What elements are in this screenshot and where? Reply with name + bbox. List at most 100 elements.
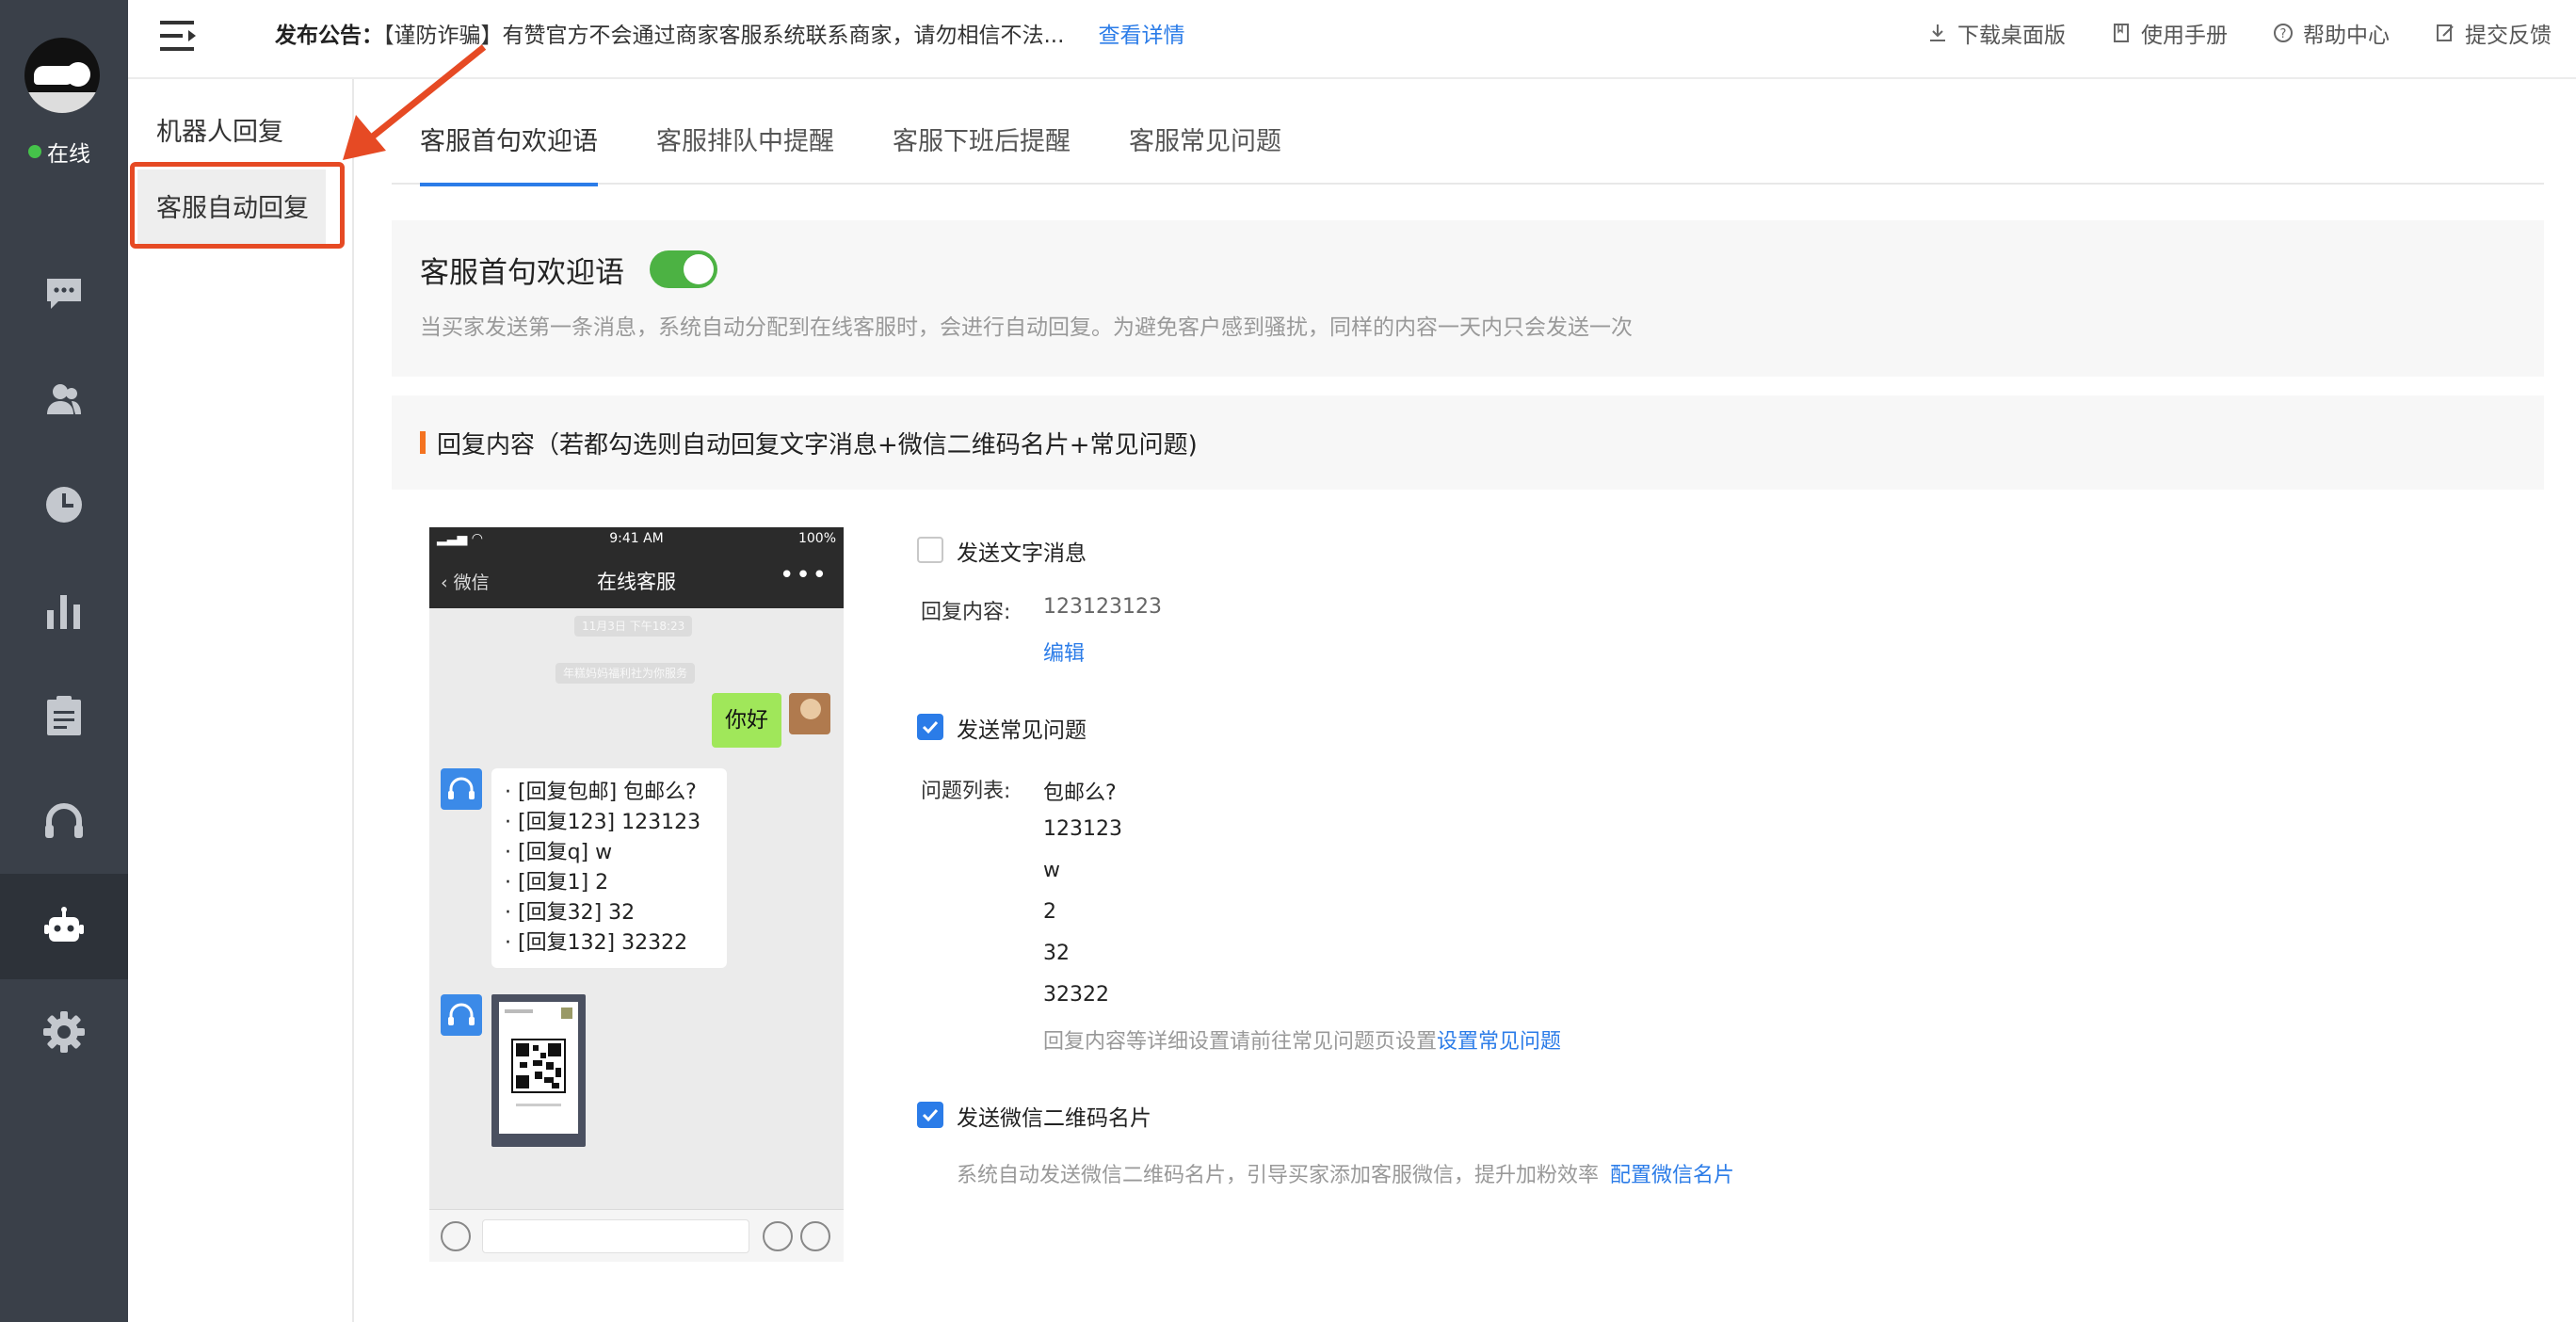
section-title: 回复内容（若都勾选则自动回复文字消息+微信二维码名片+常见问题) — [437, 431, 1198, 459]
feedback-link[interactable]: 提交反馈 — [2435, 17, 2552, 49]
text-message-label[interactable]: 发送文字消息 — [957, 535, 1087, 567]
manual-link[interactable]: 使用手册 — [2111, 17, 2228, 49]
faq-item: 32 — [1043, 942, 1070, 965]
headset-icon — [448, 777, 475, 799]
help-icon: ? — [2274, 24, 2293, 42]
faq-item: w — [1043, 859, 1060, 882]
online-dot-icon — [28, 145, 41, 158]
status-label: 在线 — [47, 142, 90, 167]
notice-more-link[interactable]: 查看详情 — [1098, 24, 1184, 48]
faq-line: · [回复132] 32322 — [505, 931, 688, 955]
nav-notes[interactable] — [0, 663, 128, 768]
tab-offwork[interactable]: 客服下班后提醒 — [893, 104, 1071, 185]
phone-preview: ▂▃▅ ◠ 9:41 AM 100% ‹ 微信 在线客服 ••• 11月3日 下… — [429, 527, 844, 1262]
subnav-robot-reply[interactable]: 机器人回复 — [156, 111, 283, 148]
qr-hint: 系统自动发送微信二维码名片，引导买家添加客服微信，提升加粉效率 配置微信名片 — [957, 1158, 1734, 1188]
tab-bar: 客服首句欢迎语 客服排队中提醒 客服下班后提醒 客服常见问题 — [392, 104, 2544, 186]
edit-icon — [2437, 24, 2454, 41]
qr-card-checkbox[interactable] — [917, 1102, 943, 1128]
nav-history[interactable] — [0, 452, 128, 557]
faq-item: 2 — [1043, 900, 1056, 924]
service-pill: 年糕妈妈福利社为你服务 — [555, 663, 696, 684]
nav-settings[interactable] — [0, 979, 128, 1085]
contacts-icon — [47, 384, 81, 414]
robot-icon — [44, 907, 84, 942]
top-links: 下载桌面版 使用手册 ? 帮助中心 提交反馈 — [1882, 17, 2552, 49]
phone-input-field — [482, 1219, 749, 1253]
faq-item: 包邮么? — [1043, 782, 1117, 805]
faq-checkbox[interactable] — [917, 714, 943, 740]
left-rail: 在线 — [0, 0, 128, 1322]
qr-code-icon — [505, 1008, 572, 1106]
help-center-link[interactable]: ? 帮助中心 — [2273, 17, 2390, 49]
headset-icon — [448, 1003, 475, 1025]
notice-bar: 发布公告：【谨防诈骗】有赞官方不会通过商家客服系统联系商家，请勿相信不法... 查… — [275, 17, 1184, 49]
phone-battery: 100% — [797, 531, 836, 546]
emoji-icon — [763, 1221, 793, 1251]
welcome-panel: 客服首句欢迎语 当买家发送第一条消息，系统自动分配到在线客服时，会进行自动回复。… — [392, 220, 2544, 377]
text-message-checkbox[interactable] — [917, 537, 943, 563]
my-message-bubble: 你好 — [712, 693, 781, 748]
notice-text: 【谨防诈骗】有赞官方不会通过商家客服系统联系商家，请勿相信不法... — [383, 24, 1065, 48]
faq-hint-text: 回复内容等详细设置请前往常见问题页设置 — [1043, 1030, 1438, 1054]
manual-label: 使用手册 — [2141, 24, 2228, 48]
faq-bubble: · [回复包邮] 包邮么? · [回复123] 123123 · [回复q] w… — [491, 768, 727, 968]
sub-sidebar: 机器人回复 客服自动回复 — [128, 79, 354, 1322]
nav-headset[interactable] — [0, 768, 128, 874]
notice-label: 发布公告： — [275, 24, 383, 48]
section-marker — [420, 431, 426, 454]
voice-icon — [441, 1221, 471, 1251]
headset-icon — [45, 803, 83, 838]
top-bar: 发布公告：【谨防诈骗】有赞官方不会通过商家客服系统联系商家，请勿相信不法... 查… — [128, 0, 2576, 79]
history-icon — [46, 487, 82, 523]
feedback-label: 提交反馈 — [2465, 24, 2552, 48]
phone-status-bar: ▂▃▅ ◠ 9:41 AM 100% — [429, 527, 844, 552]
tab-faq[interactable]: 客服常见问题 — [1129, 104, 1281, 185]
faq-line: · [回复32] 32 — [505, 901, 636, 925]
nav-contacts[interactable] — [0, 347, 128, 452]
phone-time: 9:41 AM — [609, 531, 664, 546]
reply-content-label: 回复内容: — [921, 601, 1011, 624]
faq-label[interactable]: 发送常见问题 — [957, 712, 1087, 744]
phone-input-bar — [429, 1209, 844, 1262]
faq-hint: 回复内容等详细设置请前往常见问题页设置设置常见问题 — [1043, 1024, 1561, 1055]
online-status[interactable]: 在线 — [28, 136, 90, 168]
download-desktop-link[interactable]: 下载桌面版 — [1927, 17, 2066, 49]
my-avatar — [789, 693, 830, 734]
chat-icon — [47, 279, 81, 309]
nav-stats[interactable] — [0, 557, 128, 663]
tab-queue[interactable]: 客服排队中提醒 — [656, 104, 834, 185]
set-faq-link[interactable]: 设置常见问题 — [1437, 1030, 1561, 1054]
qr-card-label[interactable]: 发送微信二维码名片 — [957, 1100, 1151, 1132]
reply-content-value: 123123123 — [1043, 595, 1162, 619]
help-label: 帮助中心 — [2303, 24, 2390, 48]
check-icon — [922, 1108, 939, 1122]
service-avatar — [441, 994, 482, 1036]
download-label: 下载桌面版 — [1957, 24, 2066, 48]
avatar[interactable] — [24, 38, 100, 113]
tab-welcome[interactable]: 客服首句欢迎语 — [420, 104, 598, 186]
annotation-highlight-box — [130, 162, 345, 249]
config-wechat-card-link[interactable]: 配置微信名片 — [1610, 1164, 1734, 1187]
reply-content-header: 回复内容（若都勾选则自动回复文字消息+微信二维码名片+常见问题) — [392, 395, 2544, 490]
welcome-toggle[interactable] — [650, 250, 717, 288]
faq-item: 32322 — [1043, 983, 1109, 1007]
qr-card-message — [491, 994, 586, 1147]
qr-hint-text: 系统自动发送微信二维码名片，引导买家添加客服微信，提升加粉效率 — [957, 1164, 1600, 1187]
faq-list-label: 问题列表: — [921, 780, 1011, 803]
nav-robot[interactable] — [0, 874, 128, 979]
menu-toggle-icon[interactable] — [156, 17, 201, 55]
faq-line: · [回复1] 2 — [505, 871, 609, 895]
stats-icon — [47, 595, 80, 629]
notes-icon — [47, 696, 81, 735]
download-icon — [1930, 24, 1945, 41]
welcome-title: 客服首句欢迎语 — [420, 256, 624, 290]
svg-text:?: ? — [2280, 27, 2287, 41]
check-icon — [922, 720, 939, 734]
annotation-arrow — [343, 44, 487, 160]
nav-chat[interactable] — [0, 241, 128, 347]
gear-icon — [43, 1011, 85, 1053]
toggle-knob — [684, 254, 714, 284]
edit-link[interactable]: 编辑 — [1043, 637, 1085, 667]
phone-more-icon: ••• — [779, 561, 829, 589]
